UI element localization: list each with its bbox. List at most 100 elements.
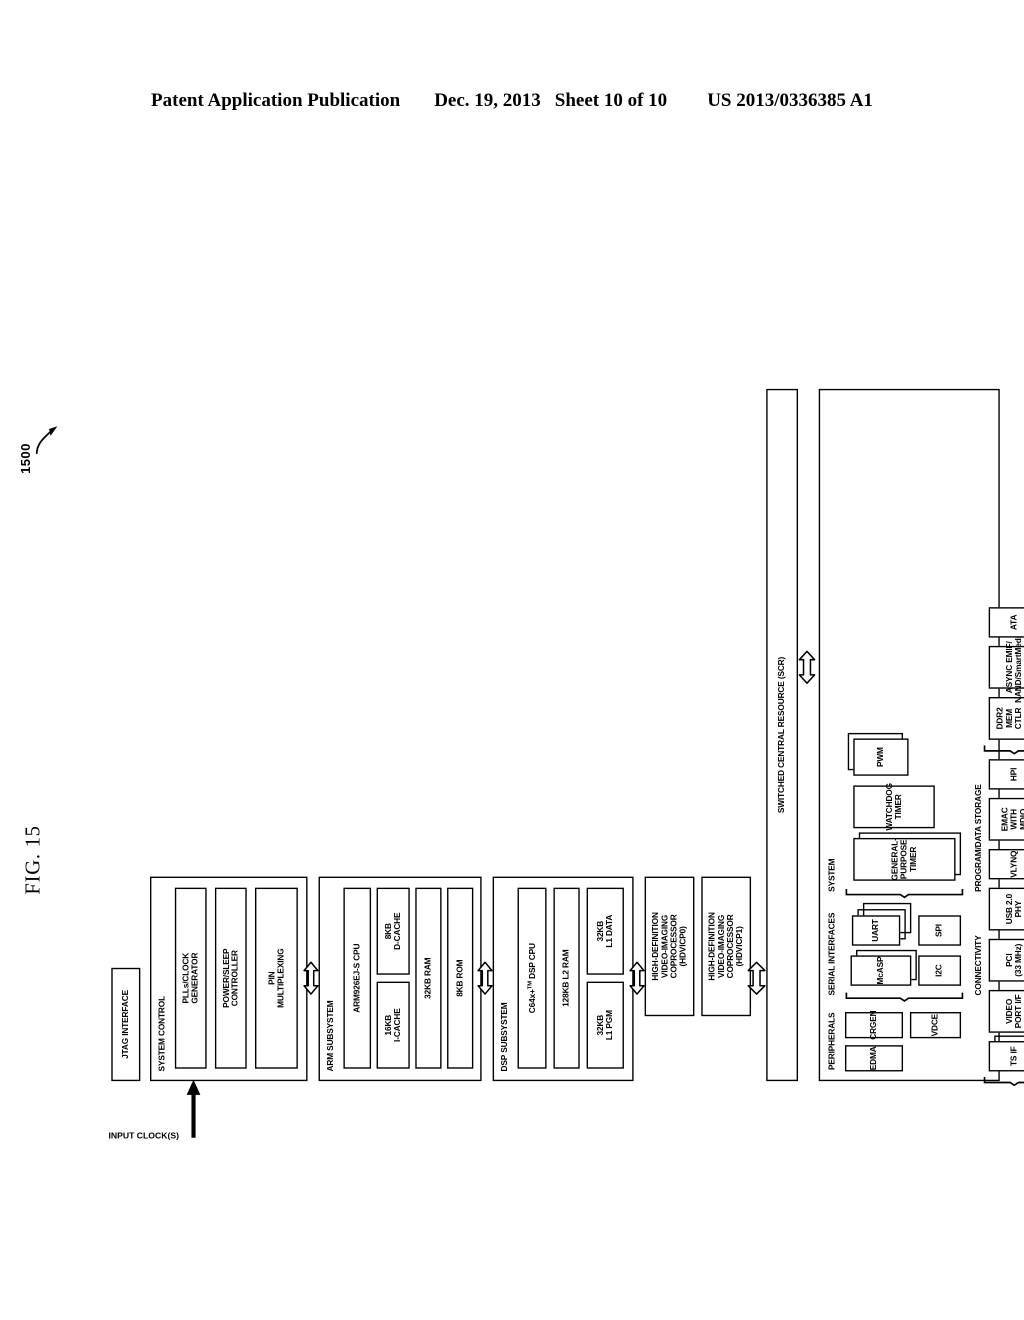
ddr2-mem-block-line2: CTLR (16b/32b): [1013, 701, 1024, 736]
serial-interfaces-brace: [845, 992, 964, 1002]
program-data-storage-brace: [983, 745, 1024, 755]
arm-rom-block: 8KB ROM: [447, 887, 474, 1069]
arm-rom-label: 8KB ROM: [454, 959, 465, 997]
arm-cpu-block: ARM926EJ-S CPU: [343, 887, 372, 1069]
arm-ram-label: 32KB RAM: [423, 957, 433, 999]
i2c-block: I2C: [918, 955, 962, 986]
hdvicp1-line1: HIGH-DEFINITION: [706, 912, 717, 981]
reference-leader-arrow: [35, 426, 58, 454]
dsp-l1data-block: 32KB L1 DATA: [586, 887, 624, 975]
arm-cpu-label: ARM926EJ-S CPU: [351, 943, 362, 1013]
system-control-label: SYSTEM CONTROL: [156, 996, 167, 1072]
dsp-cpu-suffix: DSP CPU: [527, 943, 538, 982]
arm-dcache-line2: D-CACHE: [392, 912, 403, 950]
usb-2-0-block-line2: PHY: [1013, 900, 1024, 918]
dsp-l1pgm-block: 32KB L1 PGM: [586, 981, 624, 1069]
jtag-interface-block: JTAG INTERFACE: [111, 967, 141, 1082]
power-sleep-controller-line2: CONTROLLER: [230, 950, 240, 1007]
ddr2-mem-block-line1: DDR2 MEM: [994, 707, 1014, 730]
vdce-block: VDCE: [909, 1012, 962, 1039]
pci-block: PCI (33 MHz): [988, 938, 1024, 982]
dsp-l2ram-block: 128KB L2 RAM: [553, 887, 580, 1069]
arrow-system-control-to-scr: [303, 961, 319, 995]
crgen-block: CRGEN: [844, 1011, 904, 1040]
video-block-line2: PORT I/F: [1013, 994, 1024, 1029]
ts-if-block-line1: TS IF: [1008, 1046, 1019, 1067]
switched-central-resource-bar: SWITCHED CENTRAL RESOURCE (SCR): [766, 388, 799, 1082]
hdvicp0-line4: (HDVICP0): [678, 926, 688, 967]
power-sleep-controller-block: POWER/SLEEP CONTROLLER: [214, 887, 247, 1069]
dsp-cpu-trademark: TM: [526, 981, 533, 990]
scr-label: SWITCHED CENTRAL RESOURCE (SCR): [776, 656, 787, 814]
publication-date: Dec. 19, 2013: [434, 90, 541, 111]
serial-interfaces-label: SERIAL INTERFACES: [827, 912, 837, 996]
sheet-number: Sheet 10 of 10: [554, 90, 668, 111]
dsp-cpu-block: C64x+TM DSP CPU: [517, 887, 547, 1069]
ts-if-block: TS IF: [988, 1041, 1024, 1072]
spi-label: SPI: [934, 924, 944, 937]
gp-timer-line1: GENERAL-PURPOSE: [889, 838, 909, 881]
arm-dcache-block: 8KB D-CACHE: [376, 887, 410, 975]
connectivity-label: CONNECTIVITY: [973, 935, 984, 996]
pci-block-line2: (33 MHz): [1013, 943, 1024, 977]
dsp-l2ram-label: 128KB L2 RAM: [561, 949, 571, 1007]
figure-15-diagram: FIG. 15 1500 JTAG INTERFACE SYSTEM CONTR…: [8, 371, 1024, 1140]
mcasp-block: McASP: [850, 955, 912, 986]
plls-clock-generator-line2: GENERATOR: [190, 952, 200, 1004]
program-data-storage-label: PROGRAM/DATA STORAGE: [973, 784, 984, 892]
edma-label: EDMA: [868, 1046, 879, 1071]
watchdog-timer-block: WATCHDOG TIMER: [853, 783, 935, 831]
async-emif-block-line2: NAND/SmartMedia: [1013, 631, 1024, 703]
ddr2-mem-block: DDR2 MEMCTLR (16b/32b): [988, 697, 1024, 740]
mcasp-label: McASP: [875, 956, 886, 985]
pin-multiplexing-line2: MULTIPLEXING: [275, 948, 286, 1008]
arrow-hdvicp-to-scr: [747, 961, 766, 995]
hpi-block: HPI: [988, 759, 1024, 790]
system-group-label: SYSTEM: [827, 858, 837, 892]
video-block: VIDEO PORT I/F: [988, 989, 1024, 1033]
vlynq-block: VLYNQ: [988, 848, 1024, 880]
usb-2-0-block: USB 2.0 PHY: [988, 887, 1024, 931]
dsp-subsystem-label: DSP SUBSYSTEM: [499, 1002, 510, 1072]
peripherals-label: PERIPHERALS: [827, 1012, 837, 1071]
ata-block-line1: ATA: [1008, 614, 1019, 631]
watchdog-timer-line2: TIMER: [893, 794, 904, 820]
publication-number: US 2013/0336385 A1: [707, 90, 873, 111]
uart-label: UART: [870, 919, 881, 942]
figure-title: FIG. 15: [21, 825, 45, 895]
dsp-l1data-line2: L1 DATA: [604, 914, 615, 948]
dsp-cpu-label: C64x+TM DSP CPU: [526, 943, 538, 1014]
vdce-label: VDCE: [930, 1013, 940, 1037]
plls-clock-generator-block: PLLs/CLOCK GENERATOR: [174, 887, 207, 1069]
arm-subsystem-label: ARM SUBSYSTEM: [325, 1000, 336, 1072]
i2c-label: I2C: [934, 964, 944, 977]
arrow-scr-to-peripherals: [798, 650, 816, 684]
uart-block: UART: [851, 915, 901, 946]
pin-multiplexing-block: PIN MULTIPLEXING: [255, 887, 298, 1069]
arrow-dsp-subsystem-to-scr: [629, 961, 645, 995]
system-group-brace: [845, 889, 964, 899]
publication-header: Patent Application Publication Dec. 19, …: [0, 86, 1024, 116]
async-emif-block: ASYNC EMIF/NAND/SmartMedia: [988, 632, 1024, 703]
hpi-block-line1: HPI: [1008, 767, 1019, 782]
arrow-arm-subsystem-to-scr: [477, 961, 493, 995]
spi-block: SPI: [918, 915, 962, 946]
emac-block-line2: WITH MDIO: [1008, 808, 1024, 830]
general-purpose-timer-block: GENERAL-PURPOSE TIMER: [853, 837, 956, 881]
pwm-label: PWM: [875, 747, 886, 768]
hdvicp0-block: HIGH-DEFINITION VIDEO-IMAGING COPROCESSO…: [644, 876, 695, 1017]
jtag-interface-label: JTAG INTERFACE: [120, 990, 131, 1059]
ata-block: ATA: [988, 607, 1024, 638]
connectivity-brace: [983, 1076, 1024, 1087]
dsp-cpu-prefix: C64x+: [527, 989, 538, 1014]
gp-timer-line2: TIMER: [908, 846, 919, 872]
pwm-block: PWM: [853, 738, 909, 776]
arm-icache-line2: I-CACHE: [392, 1008, 403, 1042]
input-clock-label: INPUT CLOCK(S): [108, 1131, 179, 1141]
input-clock-line2: CLOCK(S): [136, 1130, 180, 1141]
hdvicp0-line1: HIGH-DEFINITION: [650, 912, 660, 981]
edma-block: EDMA: [844, 1045, 904, 1072]
input-clock-arrow: [186, 1079, 201, 1138]
arm-icache-block: 16KB I-CACHE: [376, 981, 410, 1069]
input-clock-line1: INPUT: [108, 1130, 135, 1141]
